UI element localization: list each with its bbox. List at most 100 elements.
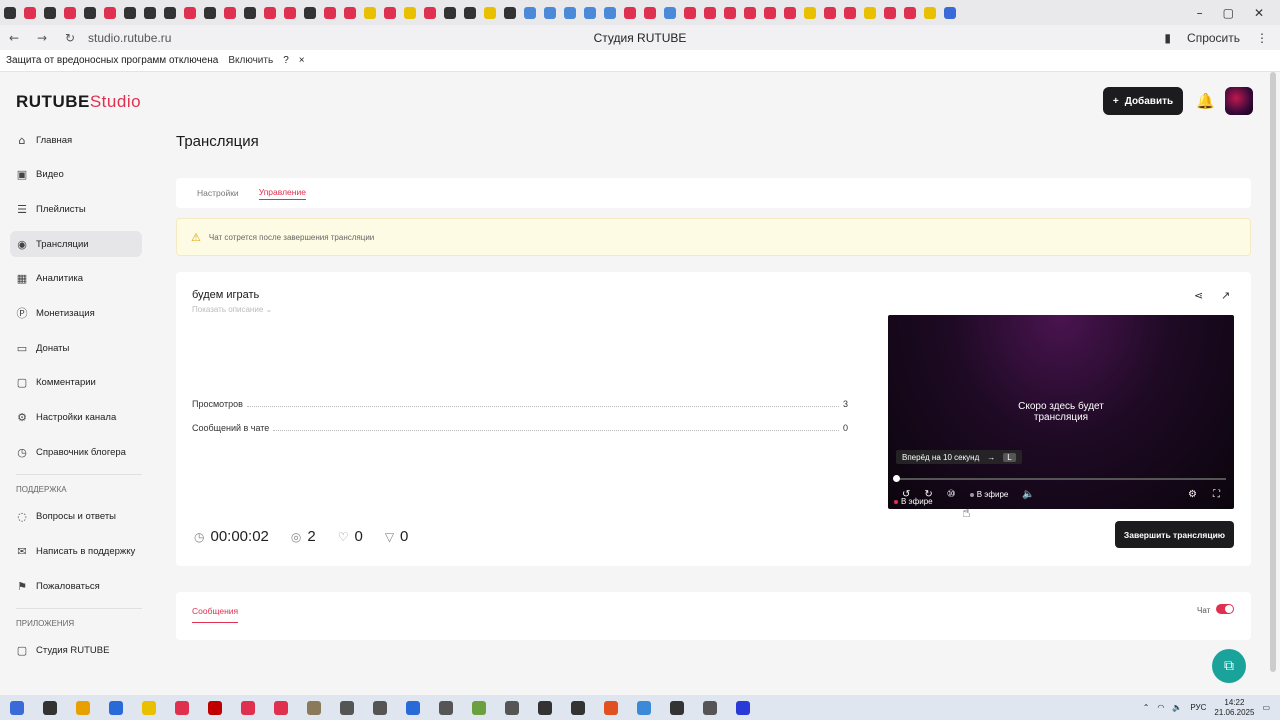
browser-tab-icon[interactable]	[244, 6, 256, 19]
scrollbar[interactable]	[1270, 72, 1276, 672]
browser-tab-icon[interactable]	[504, 6, 516, 19]
sidebar-item[interactable]: ☰ Плейлисты	[10, 196, 142, 222]
sidebar-item[interactable]: ◉ Трансляции	[10, 231, 142, 258]
sidebar-item[interactable]: ⌂ Главная	[10, 127, 142, 153]
browser-tab-icon[interactable]	[904, 6, 916, 19]
browser-tab-icon[interactable]	[364, 6, 376, 19]
browser-tab-icon[interactable]	[744, 6, 756, 19]
chat-toggle[interactable]	[1216, 604, 1234, 614]
browser-tab-icon[interactable]	[164, 6, 176, 19]
browser-tab-icon[interactable]	[284, 6, 296, 19]
taskbar-app-icon[interactable]	[438, 700, 453, 715]
volume-tray-icon[interactable]: 🔈	[1172, 703, 1182, 712]
taskbar-app-icon[interactable]	[339, 700, 354, 715]
browser-tab-icon[interactable]	[684, 6, 696, 19]
tab-management[interactable]: Управление	[258, 187, 306, 200]
enable-protection-button[interactable]: Включить	[228, 55, 273, 66]
taskbar-app-icon[interactable]	[537, 700, 552, 715]
sidebar-item[interactable]: ▣ Видео	[10, 162, 142, 188]
browser-tab-icon[interactable]	[924, 6, 936, 19]
browser-tab-icon[interactable]	[544, 6, 556, 19]
taskbar-app-icon[interactable]	[240, 700, 255, 715]
help-icon[interactable]: ?	[283, 55, 289, 66]
browser-tab-icon[interactable]	[584, 6, 596, 19]
browser-tab-icon[interactable]	[664, 6, 676, 19]
browser-tab-icon[interactable]	[824, 6, 836, 19]
browser-tab-icon[interactable]	[304, 6, 316, 19]
browser-tab-icon[interactable]	[4, 6, 16, 19]
taskbar-app-icon[interactable]	[42, 700, 57, 715]
video-player[interactable]: Скоро здесь будет трансляция Вперёд на 1…	[888, 315, 1234, 509]
browser-tab-icon[interactable]	[384, 6, 396, 19]
minimize-icon[interactable]: –	[1197, 6, 1203, 20]
browser-tab-icon[interactable]	[844, 6, 856, 19]
taskbar-app-icon[interactable]	[669, 700, 684, 715]
browser-tab-icon[interactable]	[784, 6, 796, 19]
browser-tab-icon[interactable]	[104, 6, 116, 19]
taskbar-app-icon[interactable]	[504, 700, 519, 715]
browser-tab-icon[interactable]	[864, 6, 876, 19]
external-link-icon[interactable]: ↗	[1221, 289, 1230, 302]
fullscreen-icon[interactable]: ⛶	[1213, 489, 1220, 500]
end-stream-button[interactable]: Завершить трансляцию	[1115, 521, 1234, 548]
language-indicator[interactable]: РУС	[1190, 703, 1206, 712]
add-button[interactable]: + Добавить	[1103, 87, 1183, 115]
browser-tab-icon[interactable]	[44, 6, 56, 19]
sidebar-item[interactable]: ◷ Справочник блогера	[10, 439, 142, 465]
taskbar-app-icon[interactable]	[141, 700, 156, 715]
clock[interactable]: 14:22 21.06.2025	[1214, 698, 1254, 718]
taskbar-app-icon[interactable]	[273, 700, 288, 715]
sidebar-item[interactable]: ▭ Донаты	[10, 335, 142, 361]
share-icon[interactable]: ⋖	[1194, 289, 1203, 302]
browser-tab-icon[interactable]	[804, 6, 816, 19]
sidebar-item[interactable]: ▢ Комментарии	[10, 370, 142, 396]
browser-tab-icon[interactable]	[264, 6, 276, 19]
taskbar-app-icon[interactable]	[174, 700, 189, 715]
browser-tab-icon[interactable]	[624, 6, 636, 19]
back-icon[interactable]: ←	[0, 31, 28, 45]
browser-tab-icon[interactable]	[724, 6, 736, 19]
sidebar-item[interactable]: Ⓟ Монетизация	[10, 300, 142, 326]
avatar[interactable]	[1225, 87, 1253, 115]
browser-tab-icon[interactable]	[704, 6, 716, 19]
browser-tab-icon[interactable]	[464, 6, 476, 19]
browser-tab-icon[interactable]	[224, 6, 236, 19]
tray-chevron-icon[interactable]: ⌃	[1143, 703, 1150, 712]
skip-10-icon[interactable]: ⑩	[947, 489, 956, 500]
browser-tab-icon[interactable]	[944, 6, 956, 19]
sidebar-item[interactable]: ◌ Вопросы и ответы	[10, 504, 142, 530]
network-icon[interactable]: ◠	[1157, 703, 1164, 712]
taskbar-app-icon[interactable]	[108, 700, 123, 715]
support-chat-icon[interactable]: ⧉	[1212, 649, 1246, 683]
browser-tab-icon[interactable]	[564, 6, 576, 19]
taskbar-app-icon[interactable]	[306, 700, 321, 715]
show-description-link[interactable]: Показать описание ⌄	[192, 305, 272, 314]
reload-icon[interactable]: ↻	[56, 31, 84, 45]
taskbar-app-icon[interactable]	[372, 700, 387, 715]
volume-icon[interactable]: 🔈	[1022, 489, 1034, 500]
browser-tab-icon[interactable]	[144, 6, 156, 19]
sidebar-item[interactable]: ⚑ Пожаловаться	[10, 573, 142, 599]
browser-tab-icon[interactable]	[124, 6, 136, 19]
taskbar-app-icon[interactable]	[75, 700, 90, 715]
taskbar-app-icon[interactable]	[570, 700, 585, 715]
tab-settings[interactable]: Настройки	[197, 188, 239, 198]
taskbar-app-icon[interactable]	[405, 700, 420, 715]
browser-tab-icon[interactable]	[344, 6, 356, 19]
taskbar-app-icon[interactable]	[471, 700, 486, 715]
browser-tab-icon[interactable]	[424, 6, 436, 19]
taskbar-app-icon[interactable]	[636, 700, 651, 715]
browser-tab-icon[interactable]	[644, 6, 656, 19]
menu-icon[interactable]: ⋮	[1256, 31, 1268, 45]
ask-button[interactable]: Спросить	[1187, 31, 1240, 45]
progress-bar[interactable]	[896, 478, 1226, 480]
sidebar-item[interactable]: ⚙ Настройки канала	[10, 405, 142, 431]
taskbar-app-icon[interactable]	[603, 700, 618, 715]
browser-tab-icon[interactable]	[324, 6, 336, 19]
forward-icon[interactable]: →	[28, 31, 56, 45]
browser-tab-icon[interactable]	[24, 6, 36, 19]
notifications-bell-icon[interactable]: 🔔	[1196, 92, 1215, 110]
bookmark-icon[interactable]: ▮	[1164, 31, 1171, 45]
browser-tab-icon[interactable]	[64, 6, 76, 19]
browser-tab-icon[interactable]	[404, 6, 416, 19]
